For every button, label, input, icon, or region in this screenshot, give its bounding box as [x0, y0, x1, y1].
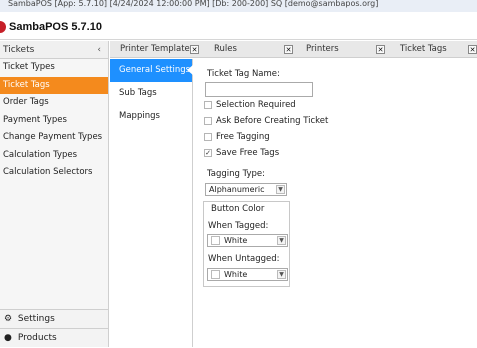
free-tagging-checkbox[interactable]: Free Tagging — [204, 132, 270, 142]
sidebar-products-label: Products — [17, 333, 57, 343]
when-tagged-color-select[interactable]: White ▼ — [207, 234, 288, 247]
sidebar-item-calculation-selectors[interactable]: Calculation Selectors — [0, 164, 108, 182]
sidebar-header[interactable]: Tickets ‹ — [0, 41, 108, 59]
chevron-down-icon[interactable]: ▼ — [276, 185, 285, 194]
checkbox-box[interactable] — [204, 117, 212, 125]
button-color-label: Button Color — [211, 204, 265, 214]
sidebar-item-ticket-types[interactable]: Ticket Types — [0, 59, 108, 77]
sidebar-item-order-tags[interactable]: Order Tags — [0, 94, 108, 112]
tab-label: Ticket Tags — [400, 44, 447, 54]
sidebar-settings-label: Settings — [17, 314, 55, 324]
when-tagged-label: When Tagged: — [208, 221, 269, 231]
tab-ticket-tags[interactable]: Ticket Tags ✕ — [390, 41, 477, 58]
sidebar-item-payment-types[interactable]: Payment Types — [0, 112, 108, 130]
subnav-general-settings[interactable]: General Settings — [110, 59, 193, 82]
when-untagged-label: When Untagged: — [208, 254, 280, 264]
chevron-down-icon[interactable]: ▼ — [277, 270, 286, 279]
sidebar-item-ticket-tags[interactable]: Ticket Tags — [0, 76, 108, 94]
when-untagged-value: White — [224, 270, 248, 279]
tagging-type-value: Alphanumeric — [209, 185, 265, 194]
save-free-tags-checkbox[interactable]: ✓ Save Free Tags — [204, 148, 279, 158]
close-icon[interactable]: ✕ — [190, 45, 199, 54]
sidebar-item-change-payment-types[interactable]: Change Payment Types — [0, 129, 108, 147]
checkbox-box[interactable] — [204, 101, 212, 109]
color-swatch — [211, 270, 220, 279]
sambapos-logo-icon — [0, 21, 6, 33]
sidebar-bottom: ⚙ Settings ● Products — [0, 309, 108, 347]
sidebar-header-label: Tickets — [3, 45, 35, 55]
sidebar: Tickets ‹ Ticket Types Ticket Tags Order… — [0, 41, 109, 347]
checkbox-label: Save Free Tags — [216, 148, 280, 158]
tagging-type-select[interactable]: Alphanumeric ▼ — [205, 183, 287, 196]
when-tagged-value: White — [224, 236, 248, 245]
ticket-tag-name-input[interactable] — [205, 82, 313, 97]
window-title: SambaPOS [App: 5.7.10] [4/24/2024 12:00:… — [0, 0, 477, 12]
close-icon[interactable]: ✕ — [468, 45, 477, 54]
tab-label: Rules — [214, 44, 237, 54]
tab-rules[interactable]: Rules ✕ — [204, 41, 296, 58]
checkbox-box[interactable] — [204, 133, 212, 141]
products-icon: ● — [4, 333, 12, 343]
close-icon[interactable]: ✕ — [376, 45, 385, 54]
sidebar-products-button[interactable]: ● Products — [0, 328, 108, 347]
tab-label: Printer Templates — [120, 44, 195, 54]
ask-before-creating-ticket-checkbox[interactable]: Ask Before Creating Ticket — [204, 116, 328, 126]
tab-printer-templates[interactable]: Printer Templates ✕ — [110, 41, 202, 58]
selection-required-checkbox[interactable]: Selection Required — [204, 100, 296, 110]
general-settings-form: Ticket Tag Name: Selection Required Ask … — [194, 59, 477, 347]
color-swatch — [211, 236, 220, 245]
checkmark-icon[interactable]: ✓ — [204, 149, 212, 157]
subnav-mappings[interactable]: Mappings — [110, 105, 192, 128]
app-title: SambaPOS 5.7.10 — [9, 21, 102, 33]
ticket-tag-name-label: Ticket Tag Name: — [207, 69, 280, 79]
subnav-sub-tags[interactable]: Sub Tags — [110, 82, 192, 105]
close-icon[interactable]: ✕ — [284, 45, 293, 54]
tagging-type-label: Tagging Type: — [207, 169, 266, 179]
document-tabs: Printer Templates ✕ Rules ✕ Printers ✕ T… — [110, 41, 477, 58]
chevron-down-icon[interactable]: ▼ — [277, 236, 286, 245]
sidebar-settings-button[interactable]: ⚙ Settings — [0, 309, 108, 328]
when-untagged-color-select[interactable]: White ▼ — [207, 268, 288, 281]
checkbox-label: Ask Before Creating Ticket — [216, 116, 329, 126]
settings-subnav: General Settings Sub Tags Mappings — [110, 59, 193, 347]
checkbox-label: Free Tagging — [216, 132, 270, 142]
tab-printers[interactable]: Printers ✕ — [296, 41, 388, 58]
checkbox-label: Selection Required — [216, 100, 296, 110]
tab-label: Printers — [306, 44, 339, 54]
sidebar-item-calculation-types[interactable]: Calculation Types — [0, 147, 108, 165]
app-header: SambaPOS 5.7.10 — [0, 12, 477, 40]
chevron-left-icon[interactable]: ‹ — [97, 41, 101, 59]
button-color-group: Button Color When Tagged: White ▼ When U… — [203, 201, 290, 287]
gear-icon: ⚙ — [4, 314, 13, 324]
